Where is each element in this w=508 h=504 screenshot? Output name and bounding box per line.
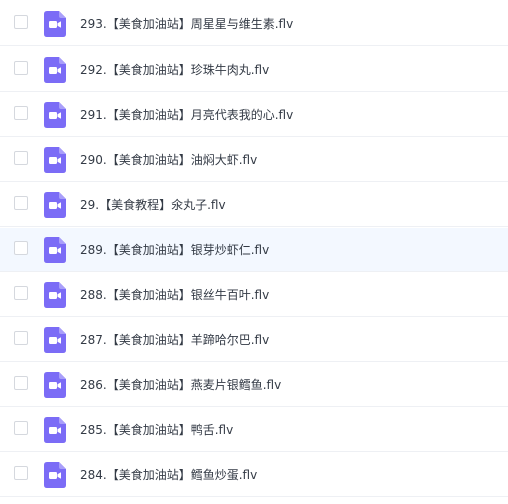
video-file-icon xyxy=(44,417,66,443)
video-file-icon xyxy=(44,192,66,218)
file-list: 293.【美食加油站】周星星与维生素.flv 292.【美食加油站】珍珠牛肉丸.… xyxy=(0,0,508,504)
file-name[interactable]: 286.【美食加油站】燕麦片银鳕鱼.flv xyxy=(80,363,281,407)
file-row[interactable]: 292.【美食加油站】珍珠牛肉丸.flv xyxy=(0,48,508,92)
file-name[interactable]: 287.【美食加油站】羊蹄哈尔巴.flv xyxy=(80,318,269,362)
row-checkbox[interactable] xyxy=(14,286,28,300)
video-file-icon xyxy=(44,57,66,83)
row-checkbox[interactable] xyxy=(14,466,28,480)
file-row[interactable]: 290.【美食加油站】油焖大虾.flv xyxy=(0,138,508,182)
video-file-icon xyxy=(44,372,66,398)
file-name[interactable]: 285.【美食加油站】鸭舌.flv xyxy=(80,408,233,452)
file-row[interactable]: 293.【美食加油站】周星星与维生素.flv xyxy=(0,2,508,46)
file-row[interactable]: 284.【美食加油站】鳕鱼炒蛋.flv xyxy=(0,453,508,497)
row-checkbox[interactable] xyxy=(14,106,28,120)
file-name[interactable]: 291.【美食加油站】月亮代表我的心.flv xyxy=(80,93,293,137)
video-file-icon xyxy=(44,282,66,308)
row-checkbox[interactable] xyxy=(14,241,28,255)
video-file-icon xyxy=(44,102,66,128)
file-row[interactable]: 291.【美食加油站】月亮代表我的心.flv xyxy=(0,93,508,137)
video-file-icon xyxy=(44,147,66,173)
file-row[interactable]: 287.【美食加油站】羊蹄哈尔巴.flv xyxy=(0,318,508,362)
row-checkbox[interactable] xyxy=(14,196,28,210)
row-checkbox[interactable] xyxy=(14,376,28,390)
file-name[interactable]: 288.【美食加油站】银丝牛百叶.flv xyxy=(80,273,269,317)
file-name[interactable]: 284.【美食加油站】鳕鱼炒蛋.flv xyxy=(80,453,257,497)
row-checkbox[interactable] xyxy=(14,15,28,29)
video-file-icon xyxy=(44,327,66,353)
file-name[interactable]: 289.【美食加油站】银芽炒虾仁.flv xyxy=(80,228,269,272)
file-row[interactable]: 288.【美食加油站】银丝牛百叶.flv xyxy=(0,273,508,317)
file-name[interactable]: 292.【美食加油站】珍珠牛肉丸.flv xyxy=(80,48,269,92)
file-row-highlighted[interactable]: 289.【美食加油站】银芽炒虾仁.flv xyxy=(0,228,508,272)
row-checkbox[interactable] xyxy=(14,421,28,435)
row-checkbox[interactable] xyxy=(14,61,28,75)
file-name[interactable]: 293.【美食加油站】周星星与维生素.flv xyxy=(80,2,293,46)
video-file-icon xyxy=(44,462,66,488)
video-file-icon xyxy=(44,237,66,263)
file-row[interactable]: 29.【美食教程】氽丸子.flv xyxy=(0,183,508,227)
file-name[interactable]: 290.【美食加油站】油焖大虾.flv xyxy=(80,138,257,182)
video-file-icon xyxy=(44,11,66,37)
file-name[interactable]: 29.【美食教程】氽丸子.flv xyxy=(80,183,226,227)
file-row[interactable]: 285.【美食加油站】鸭舌.flv xyxy=(0,408,508,452)
file-row[interactable]: 286.【美食加油站】燕麦片银鳕鱼.flv xyxy=(0,363,508,407)
row-checkbox[interactable] xyxy=(14,151,28,165)
row-checkbox[interactable] xyxy=(14,331,28,345)
